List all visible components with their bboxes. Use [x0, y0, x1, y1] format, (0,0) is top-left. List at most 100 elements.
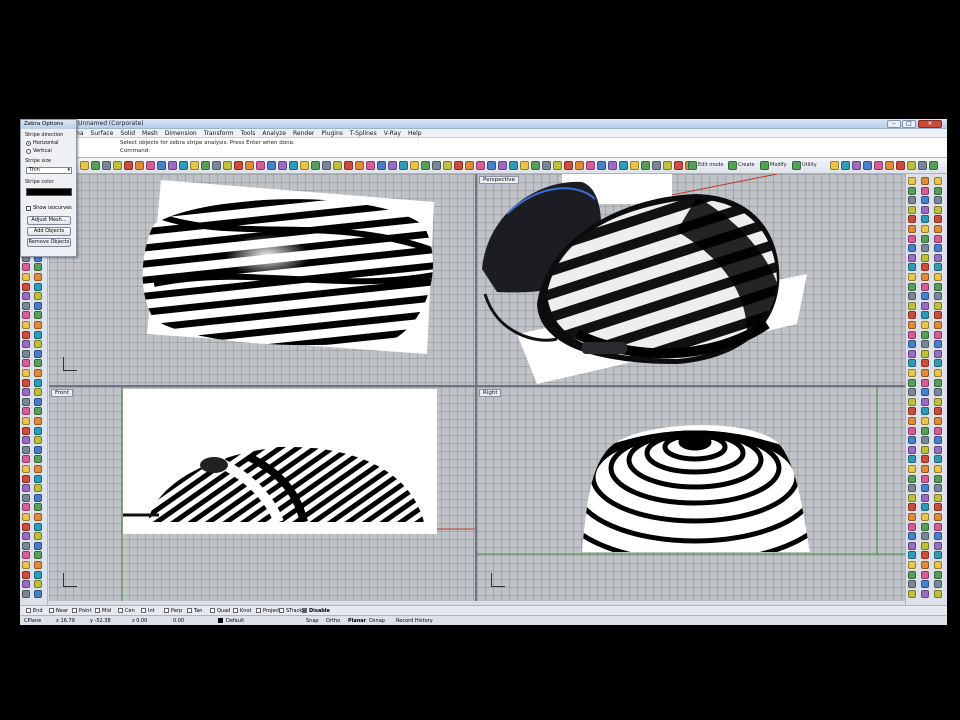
ortho-toggle[interactable]: Ortho [326, 618, 340, 624]
modeling-tool-icon[interactable] [34, 589, 42, 598]
modeling-tool-icon[interactable] [921, 196, 929, 205]
modeling-tool-icon[interactable] [34, 541, 42, 550]
modeling-tool-icon[interactable] [908, 493, 916, 502]
modeling-tool-icon[interactable] [22, 465, 30, 473]
toolbar-tool-icon[interactable] [509, 161, 518, 170]
modeling-tool-icon[interactable] [934, 378, 942, 387]
modeling-tool-icon[interactable] [934, 263, 942, 272]
menu-item-t-splines[interactable]: T-Splines [350, 130, 377, 137]
modeling-tool-icon[interactable] [934, 503, 942, 512]
modeling-tool-icon[interactable] [34, 561, 42, 569]
modeling-tool-icon[interactable] [921, 474, 929, 483]
modify-button[interactable]: Modify [770, 162, 787, 168]
modeling-tool-icon[interactable] [22, 273, 30, 281]
osnap-checkbox-perp[interactable] [164, 608, 169, 613]
modeling-tool-icon[interactable] [908, 589, 916, 598]
modeling-tool-icon[interactable] [921, 465, 929, 473]
modeling-tool-icon[interactable] [921, 551, 929, 560]
modeling-tool-icon[interactable] [934, 589, 942, 598]
modeling-tool-icon[interactable] [22, 388, 30, 397]
modeling-tool-icon[interactable] [34, 522, 42, 531]
toolbar-tool-icon[interactable] [885, 161, 894, 170]
create-button[interactable]: Create [738, 162, 755, 168]
modeling-tool-icon[interactable] [934, 186, 942, 195]
modeling-tool-icon[interactable] [22, 445, 30, 454]
modeling-tool-icon[interactable] [921, 407, 929, 416]
modeling-tool-icon[interactable] [921, 273, 929, 281]
viewport-label-perspective[interactable]: Perspective [479, 176, 519, 184]
toolbar-tool-icon[interactable] [421, 161, 430, 170]
modeling-tool-icon[interactable] [934, 177, 942, 185]
modeling-tool-icon[interactable] [908, 474, 916, 483]
toolbar-tool-icon[interactable] [575, 161, 584, 170]
utility-button[interactable]: Utility [802, 162, 817, 168]
modeling-tool-icon[interactable] [34, 301, 42, 310]
modeling-tool-icon[interactable] [908, 349, 916, 358]
modeling-tool-icon[interactable] [921, 445, 929, 454]
modeling-tool-icon[interactable] [908, 330, 916, 339]
toolbar-tool-icon[interactable] [124, 161, 133, 170]
toolbar-tool-icon[interactable] [410, 161, 419, 170]
modeling-tool-icon[interactable] [34, 292, 42, 301]
modeling-tool-icon[interactable] [921, 282, 929, 291]
modeling-tool-icon[interactable] [921, 311, 929, 320]
modeling-tool-icon[interactable] [22, 474, 30, 483]
planar-toggle[interactable]: Planar [348, 618, 366, 624]
toolbar-tool-icon[interactable] [234, 161, 243, 170]
modeling-tool-icon[interactable] [934, 551, 942, 560]
modeling-tool-icon[interactable] [908, 397, 916, 406]
toolbar-tool-icon[interactable] [135, 161, 144, 170]
modeling-tool-icon[interactable] [34, 388, 42, 397]
modeling-tool-icon[interactable] [34, 397, 42, 406]
modeling-tool-icon[interactable] [934, 253, 942, 262]
toolbar-tool-icon[interactable] [476, 161, 485, 170]
modeling-tool-icon[interactable] [34, 503, 42, 512]
modeling-tool-icon[interactable] [934, 436, 942, 445]
menu-item-mesh[interactable]: Mesh [142, 130, 158, 137]
modeling-tool-icon[interactable] [921, 397, 929, 406]
toolbar-tool-icon[interactable] [201, 161, 210, 170]
edit-mode-button[interactable]: Edit mode [698, 162, 723, 168]
modeling-tool-icon[interactable] [921, 522, 929, 531]
zebra-panel-title[interactable]: Zebra Options [21, 120, 76, 129]
modeling-tool-icon[interactable] [22, 292, 30, 301]
modeling-tool-icon[interactable] [22, 417, 30, 425]
toolbar-tool-icon[interactable] [542, 161, 551, 170]
modeling-tool-icon[interactable] [934, 196, 942, 205]
modeling-tool-icon[interactable] [921, 589, 929, 598]
modeling-tool-icon[interactable] [908, 225, 916, 233]
viewport-top[interactable] [49, 174, 475, 385]
osnap-checkbox-quad[interactable] [210, 608, 215, 613]
toolbar-tool-icon[interactable] [674, 161, 683, 170]
toolbar-tool-icon[interactable] [454, 161, 463, 170]
toolbar-tool-icon[interactable] [80, 161, 89, 170]
modeling-tool-icon[interactable] [934, 349, 942, 358]
modeling-tool-icon[interactable] [22, 541, 30, 550]
osnap-checkbox-strack[interactable] [279, 608, 284, 613]
modeling-tool-icon[interactable] [908, 503, 916, 512]
toolbar-tool-icon[interactable] [212, 161, 221, 170]
osnap-checkbox-disable[interactable] [302, 608, 307, 613]
modeling-tool-icon[interactable] [22, 484, 30, 493]
modeling-tool-icon[interactable] [934, 397, 942, 406]
modeling-tool-icon[interactable] [921, 234, 929, 243]
modeling-tool-icon[interactable] [934, 426, 942, 435]
modeling-tool-icon[interactable] [22, 369, 30, 377]
osnap-checkbox-knot[interactable] [233, 608, 238, 613]
osnap-checkbox-near[interactable] [49, 608, 54, 613]
modeling-tool-icon[interactable] [934, 321, 942, 329]
modeling-tool-icon[interactable] [921, 417, 929, 425]
toolbar-tool-icon[interactable] [91, 161, 100, 170]
toolbar-tool-icon[interactable] [487, 161, 496, 170]
close-button[interactable]: ✕ [918, 120, 942, 128]
modeling-tool-icon[interactable] [908, 541, 916, 550]
modeling-tool-icon[interactable] [934, 580, 942, 589]
toolbar-tool-icon[interactable] [256, 161, 265, 170]
stripe-size-select[interactable]: Thin [26, 167, 72, 174]
modeling-tool-icon[interactable] [934, 465, 942, 473]
toolbar-tool-icon[interactable] [929, 161, 938, 170]
modeling-tool-icon[interactable] [908, 311, 916, 320]
modeling-tool-icon[interactable] [908, 407, 916, 416]
modeling-tool-icon[interactable] [34, 330, 42, 339]
toolbar-tool-icon[interactable] [641, 161, 650, 170]
